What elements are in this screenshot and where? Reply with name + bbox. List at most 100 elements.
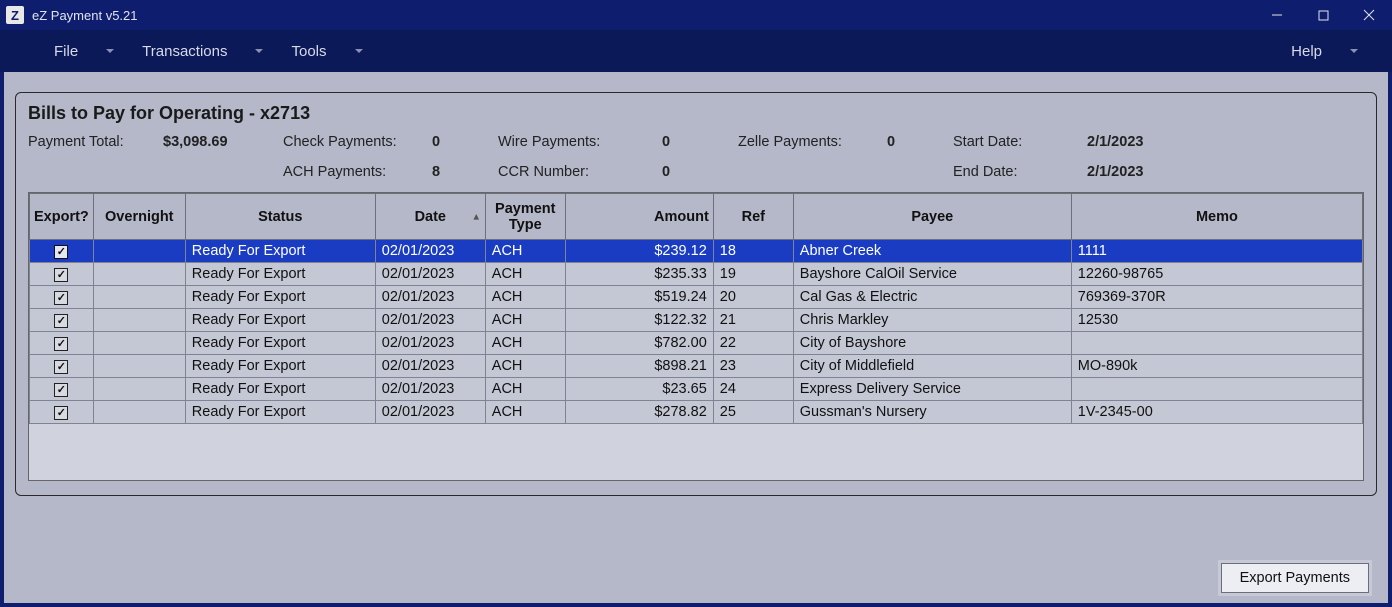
cell-date[interactable]: 02/01/2023 [375, 332, 485, 355]
export-checkbox[interactable] [54, 268, 68, 282]
cell-ref[interactable]: 23 [713, 355, 793, 378]
cell-amount[interactable]: $898.21 [565, 355, 713, 378]
cell-ref[interactable]: 20 [713, 286, 793, 309]
cell-payment-type[interactable]: ACH [485, 263, 565, 286]
cell-payment-type[interactable]: ACH [485, 378, 565, 401]
cell-ref[interactable]: 19 [713, 263, 793, 286]
cell-payee[interactable]: City of Bayshore [793, 332, 1071, 355]
cell-ref[interactable]: 22 [713, 332, 793, 355]
menu-help[interactable]: Help [1277, 37, 1372, 66]
table-row[interactable]: Ready For Export02/01/2023ACH$519.2420Ca… [30, 286, 1363, 309]
cell-payee[interactable]: Abner Creek [793, 240, 1071, 263]
cell-memo[interactable] [1071, 378, 1362, 401]
cell-payee[interactable]: Bayshore CalOil Service [793, 263, 1071, 286]
col-payee[interactable]: Payee [793, 194, 1071, 240]
cell-payee[interactable]: Cal Gas & Electric [793, 286, 1071, 309]
cell-payee[interactable]: Express Delivery Service [793, 378, 1071, 401]
close-button[interactable] [1346, 0, 1392, 30]
cell-amount[interactable]: $23.65 [565, 378, 713, 401]
cell-payment-type[interactable]: ACH [485, 332, 565, 355]
cell-amount[interactable]: $122.32 [565, 309, 713, 332]
cell-date[interactable]: 02/01/2023 [375, 355, 485, 378]
menu-transactions[interactable]: Transactions [128, 37, 277, 66]
cell-overnight[interactable] [93, 378, 185, 401]
table-row[interactable]: Ready For Export02/01/2023ACH$122.3221Ch… [30, 309, 1363, 332]
col-ref[interactable]: Ref [713, 194, 793, 240]
cell-date[interactable]: 02/01/2023 [375, 240, 485, 263]
cell-overnight[interactable] [93, 263, 185, 286]
maximize-button[interactable] [1300, 0, 1346, 30]
table-row[interactable]: Ready For Export02/01/2023ACH$23.6524Exp… [30, 378, 1363, 401]
payments-table[interactable]: Export? Overnight Status Date▴ Payment T… [29, 193, 1363, 424]
cell-memo[interactable]: 1V-2345-00 [1071, 401, 1362, 424]
cell-status[interactable]: Ready For Export [185, 309, 375, 332]
cell-memo[interactable] [1071, 332, 1362, 355]
cell-overnight[interactable] [93, 401, 185, 424]
cell-status[interactable]: Ready For Export [185, 286, 375, 309]
cell-export[interactable] [30, 309, 94, 332]
export-checkbox[interactable] [54, 383, 68, 397]
cell-payment-type[interactable]: ACH [485, 355, 565, 378]
cell-overnight[interactable] [93, 332, 185, 355]
cell-memo[interactable]: 1111 [1071, 240, 1362, 263]
col-memo[interactable]: Memo [1071, 194, 1362, 240]
cell-amount[interactable]: $278.82 [565, 401, 713, 424]
cell-status[interactable]: Ready For Export [185, 263, 375, 286]
cell-payee[interactable]: City of Middlefield [793, 355, 1071, 378]
cell-export[interactable] [30, 378, 94, 401]
table-row[interactable]: Ready For Export02/01/2023ACH$782.0022Ci… [30, 332, 1363, 355]
cell-date[interactable]: 02/01/2023 [375, 286, 485, 309]
cell-status[interactable]: Ready For Export [185, 240, 375, 263]
table-row[interactable]: Ready For Export02/01/2023ACH$278.8225Gu… [30, 401, 1363, 424]
export-payments-button[interactable]: Export Payments [1221, 563, 1369, 593]
cell-amount[interactable]: $239.12 [565, 240, 713, 263]
cell-ref[interactable]: 24 [713, 378, 793, 401]
cell-amount[interactable]: $235.33 [565, 263, 713, 286]
table-row[interactable]: Ready For Export02/01/2023ACH$898.2123Ci… [30, 355, 1363, 378]
col-date[interactable]: Date▴ [375, 194, 485, 240]
cell-export[interactable] [30, 401, 94, 424]
cell-date[interactable]: 02/01/2023 [375, 378, 485, 401]
table-row[interactable]: Ready For Export02/01/2023ACH$235.3319Ba… [30, 263, 1363, 286]
cell-ref[interactable]: 21 [713, 309, 793, 332]
cell-export[interactable] [30, 240, 94, 263]
cell-memo[interactable]: 769369-370R [1071, 286, 1362, 309]
cell-payment-type[interactable]: ACH [485, 240, 565, 263]
cell-date[interactable]: 02/01/2023 [375, 263, 485, 286]
cell-payee[interactable]: Chris Markley [793, 309, 1071, 332]
cell-payment-type[interactable]: ACH [485, 401, 565, 424]
export-checkbox[interactable] [54, 406, 68, 420]
col-export[interactable]: Export? [30, 194, 94, 240]
cell-date[interactable]: 02/01/2023 [375, 309, 485, 332]
cell-overnight[interactable] [93, 309, 185, 332]
cell-overnight[interactable] [93, 286, 185, 309]
cell-payment-type[interactable]: ACH [485, 286, 565, 309]
cell-amount[interactable]: $519.24 [565, 286, 713, 309]
cell-export[interactable] [30, 286, 94, 309]
cell-memo[interactable]: MO-890k [1071, 355, 1362, 378]
cell-memo[interactable]: 12260-98765 [1071, 263, 1362, 286]
col-overnight[interactable]: Overnight [93, 194, 185, 240]
cell-export[interactable] [30, 332, 94, 355]
export-checkbox[interactable] [54, 245, 68, 259]
cell-status[interactable]: Ready For Export [185, 355, 375, 378]
table-row[interactable]: Ready For Export02/01/2023ACH$239.1218Ab… [30, 240, 1363, 263]
export-checkbox[interactable] [54, 314, 68, 328]
export-checkbox[interactable] [54, 291, 68, 305]
export-checkbox[interactable] [54, 337, 68, 351]
cell-status[interactable]: Ready For Export [185, 378, 375, 401]
cell-overnight[interactable] [93, 355, 185, 378]
cell-amount[interactable]: $782.00 [565, 332, 713, 355]
col-amount[interactable]: Amount [565, 194, 713, 240]
cell-ref[interactable]: 18 [713, 240, 793, 263]
col-status[interactable]: Status [185, 194, 375, 240]
cell-status[interactable]: Ready For Export [185, 401, 375, 424]
cell-payment-type[interactable]: ACH [485, 309, 565, 332]
cell-export[interactable] [30, 263, 94, 286]
menu-file[interactable]: File [40, 37, 128, 66]
cell-date[interactable]: 02/01/2023 [375, 401, 485, 424]
col-payment-type[interactable]: Payment Type [485, 194, 565, 240]
cell-memo[interactable]: 12530 [1071, 309, 1362, 332]
cell-overnight[interactable] [93, 240, 185, 263]
minimize-button[interactable] [1254, 0, 1300, 30]
